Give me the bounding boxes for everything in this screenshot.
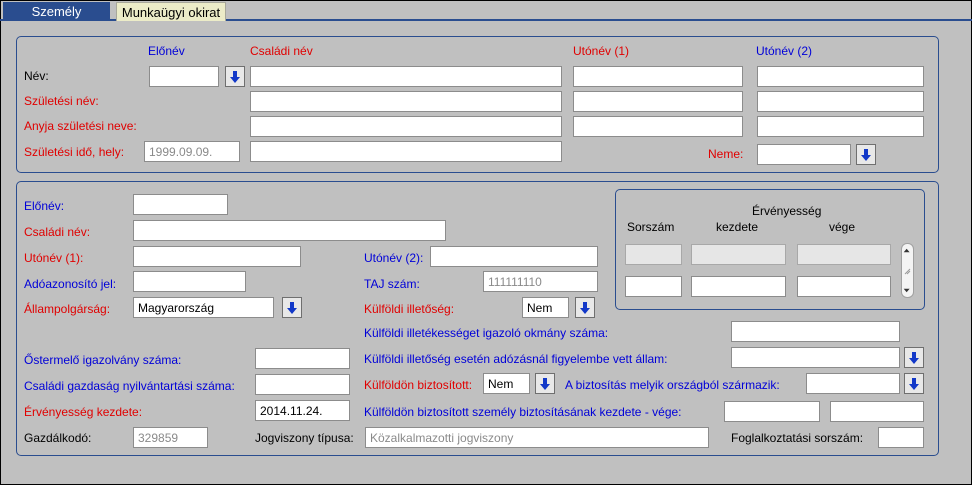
label-gazdalkodo: Gazdálkodó:: [24, 431, 92, 445]
nev-utonev1-input[interactable]: [573, 66, 743, 87]
validity-sorszam-1: [625, 244, 682, 265]
biztositas-orszag-input[interactable]: [806, 373, 900, 394]
anyja-utonev2-input[interactable]: [757, 116, 924, 137]
scroll-down-icon[interactable]: [902, 287, 913, 294]
label-jogviszony: Jogviszony típusa:: [255, 431, 354, 445]
validity-header-sorszam: Sorszám: [627, 220, 675, 234]
allampolgarsag-dropdown-button[interactable]: [282, 297, 302, 318]
validity-header-vege: vége: [829, 220, 856, 234]
label-adoazonosito: Adóazonosító jel:: [24, 277, 117, 291]
validity-title: Érvényesség: [752, 204, 822, 218]
adozasnal-allam-input[interactable]: [731, 347, 900, 368]
label-igazolo-okmany: Külföldi illetékességet igazoló okmány s…: [364, 326, 609, 340]
validity-kezdete-1: [691, 244, 786, 265]
label-foglalkoztatasi-sorszam: Foglalkoztatási sorszám:: [731, 431, 864, 445]
label-szuletesi-ido: Születési idő, hely:: [24, 145, 125, 159]
label-csaladi-nev: Családi név:: [24, 225, 91, 239]
nev-utonev2-input[interactable]: [757, 66, 924, 87]
label-allampolgarsag: Állampolgárság:: [24, 302, 111, 316]
utonev1-input[interactable]: [133, 246, 301, 267]
label-kulfoldon-biztositott: Külföldön biztosított:: [364, 378, 473, 392]
down-arrow-icon: [861, 148, 871, 161]
label-szuletesi-nev: Születési név:: [24, 94, 99, 108]
tab-szemely[interactable]: Személy: [3, 2, 110, 21]
label-ervenyesseg-kezdete: Érvényesség kezdete:: [24, 405, 143, 419]
label-neme: Neme:: [708, 147, 744, 161]
down-arrow-icon: [230, 70, 240, 83]
validity-vege-2[interactable]: [797, 276, 891, 297]
biztositas-orszag-dropdown-button[interactable]: [904, 373, 924, 394]
tab-munkaugyi-okirat[interactable]: Munkaügyi okirat: [116, 2, 226, 21]
label-anyja-neve: Anyja születési neve:: [24, 119, 137, 133]
biztositas-kezdete-input[interactable]: [724, 401, 820, 422]
validity-scrollbar[interactable]: [901, 243, 914, 298]
label-utonev1: Utónév (1):: [24, 251, 84, 265]
adoazonosito-input[interactable]: [133, 271, 246, 292]
szuletesi-datum-input[interactable]: [144, 141, 240, 162]
jogviszony-input[interactable]: [365, 427, 709, 448]
csaladi-gazdasag-input[interactable]: [255, 374, 350, 395]
label-csaladi-gazdasag: Családi gazdaság nyilvántartási száma:: [24, 379, 235, 393]
igazolo-okmany-input[interactable]: [731, 321, 900, 342]
szuletesi-utonev1-input[interactable]: [573, 91, 743, 112]
label-kulfoldi-illetoseg: Külföldi illetőség:: [364, 302, 455, 316]
neme-dropdown-button[interactable]: [856, 144, 876, 165]
anyja-utonev1-input[interactable]: [573, 116, 743, 137]
kulfoldon-biztositott-dropdown-button[interactable]: [535, 373, 555, 394]
down-arrow-icon: [580, 301, 590, 314]
allampolgarsag-input[interactable]: [133, 297, 274, 318]
ostermelo-input[interactable]: [255, 348, 350, 369]
taj-input[interactable]: [483, 271, 598, 292]
utonev2-input[interactable]: [430, 246, 598, 267]
nev-elonev-dropdown-button[interactable]: [225, 66, 245, 87]
szuletesi-hely-input[interactable]: [250, 141, 562, 162]
header-csaladi-nev: Családi név: [250, 44, 313, 58]
label-utonev2: Utónév (2):: [364, 251, 424, 265]
elonev-input[interactable]: [133, 194, 228, 215]
kulfoldi-illetoseg-input[interactable]: [522, 297, 569, 318]
label-ostermelo: Őstermelő igazolvány száma:: [24, 353, 182, 367]
down-arrow-icon: [909, 351, 919, 364]
down-arrow-icon: [909, 377, 919, 390]
szuletesi-csaladi-input[interactable]: [250, 91, 562, 112]
label-biztositas-kezdete-vege: Külföldön biztosított személy biztosítás…: [364, 405, 682, 419]
scroll-up-icon[interactable]: [902, 247, 913, 254]
gazdalkodo-input[interactable]: [133, 427, 208, 448]
foglalkoztatasi-sorszam-input[interactable]: [878, 427, 924, 448]
anyja-csaladi-input[interactable]: [250, 116, 562, 137]
label-biztositas-orszag: A biztosítás melyik országból származik:: [565, 378, 780, 392]
nev-elonev-input[interactable]: [149, 66, 219, 87]
validity-vege-1: [797, 244, 891, 265]
nev-csaladi-input[interactable]: [250, 66, 562, 87]
adozasnal-allam-dropdown-button[interactable]: [904, 347, 924, 368]
down-arrow-icon: [540, 377, 550, 390]
kulfoldi-illetoseg-dropdown-button[interactable]: [575, 297, 595, 318]
header-utonev1: Utónév (1): [573, 44, 630, 58]
validity-header-kezdete: kezdete: [716, 220, 759, 234]
label-taj: TAJ szám:: [364, 277, 420, 291]
scroll-grip-icon: [904, 268, 911, 275]
validity-kezdete-2[interactable]: [691, 276, 786, 297]
kulfoldon-biztositott-input[interactable]: [483, 373, 530, 394]
label-nev: Név:: [24, 69, 49, 83]
label-adozasnal-allam: Külföldi illetőség esetén adózásnál figy…: [364, 352, 668, 366]
ervenyesseg-kezdete-input[interactable]: [255, 400, 350, 421]
csaladi-nev-input[interactable]: [133, 220, 446, 241]
biztositas-vege-input[interactable]: [830, 401, 924, 422]
validity-sorszam-2[interactable]: [625, 276, 682, 297]
header-elonev: Előnév: [148, 44, 185, 58]
szuletesi-utonev2-input[interactable]: [757, 91, 924, 112]
neme-input[interactable]: [757, 144, 851, 165]
label-elonev: Előnév:: [24, 199, 65, 213]
header-utonev2: Utónév (2): [756, 44, 813, 58]
down-arrow-icon: [287, 301, 297, 314]
